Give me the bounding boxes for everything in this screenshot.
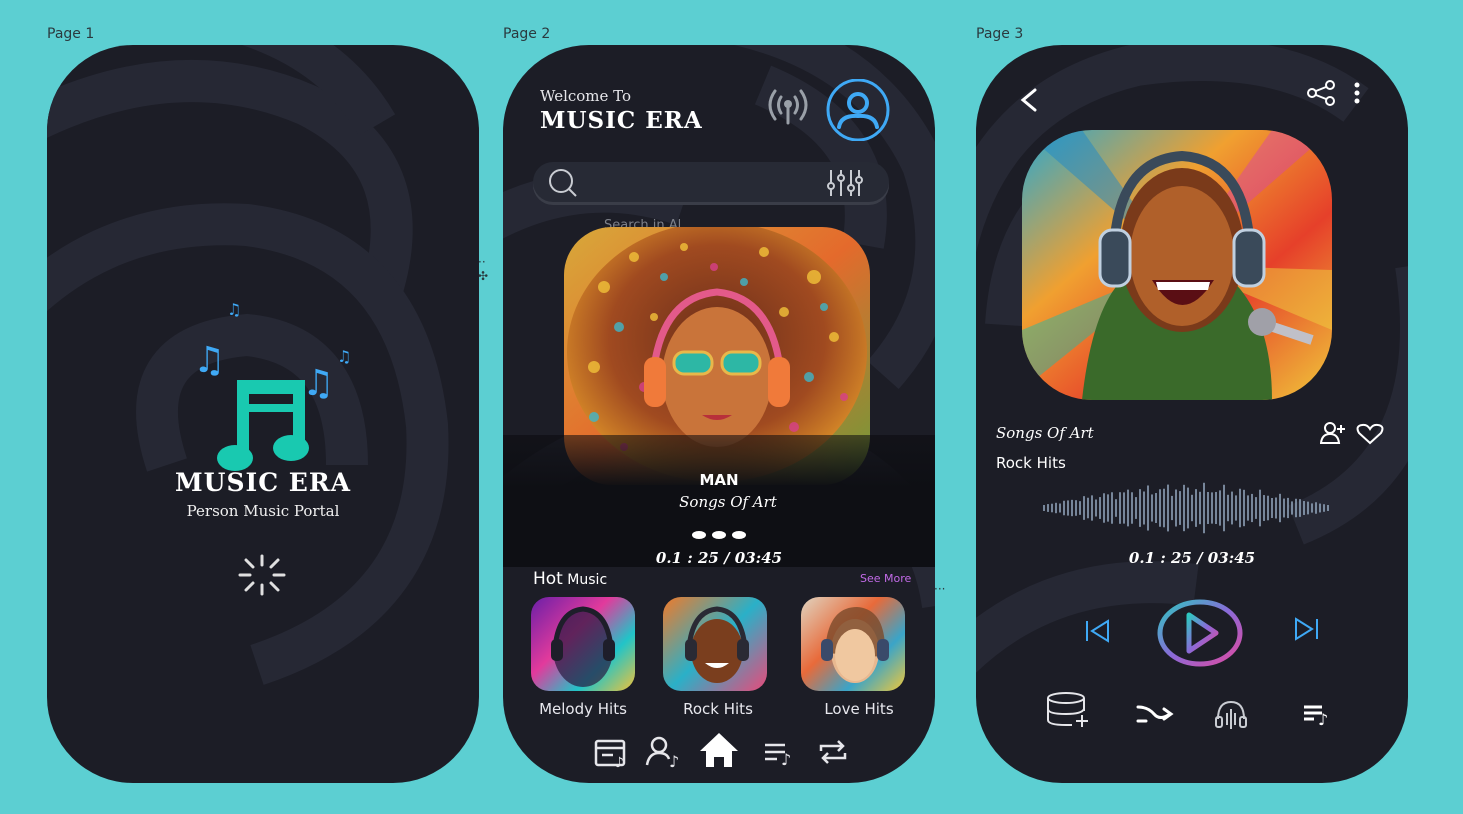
home-icon[interactable] [698,731,740,769]
share-icon[interactable] [1306,79,1336,107]
rock-hits-thumbnail[interactable] [663,597,767,691]
featured-title: MAN [699,471,739,489]
app-name: MUSIC ERA [540,107,703,134]
audio-waveform[interactable] [1042,479,1334,541]
loading-spinner-icon [238,554,286,596]
melody-hits-label: Melody Hits [539,700,627,718]
svg-text:♪: ♪ [1318,710,1328,727]
connector-mark: ··· [934,582,946,596]
welcome-text: Welcome To [540,87,632,105]
play-button[interactable] [1156,599,1244,667]
artist-icon[interactable]: ♪ [645,735,681,771]
svg-text:♪: ♪ [615,755,624,769]
app-name: MUSIC ERA [174,468,352,497]
pagination-dots[interactable] [691,525,747,544]
svg-text:♪: ♪ [669,752,679,769]
app-tagline: Person Music Portal [186,502,340,520]
playlist-icon[interactable]: ♪ [763,735,799,769]
skip-next-icon[interactable] [1292,617,1320,641]
svg-text:♫: ♫ [227,300,241,319]
chevron-left-icon[interactable] [1018,87,1040,113]
page-3-label: Page 3 [976,26,1024,42]
hot-music-heading-bold: Hot [533,569,563,589]
featured-subtitle: Songs Of Art [679,493,777,511]
database-plus-icon[interactable] [1046,691,1092,729]
song-title: Songs Of Art [996,424,1094,442]
playlist-icon[interactable]: ♪ [1302,701,1334,727]
skip-previous-icon[interactable] [1084,619,1112,643]
player-screen: Songs Of Art Rock Hits 0.1 : 25 / 03:45 … [976,45,1408,783]
page-2-label: Page 2 [503,26,551,42]
library-icon[interactable]: ♪ [593,735,629,771]
home-screen: Welcome To MUSIC ERA Search in Al... MAN… [503,45,935,783]
svg-text:♫: ♫ [193,340,225,381]
hot-music-heading-rest: Music [562,572,608,588]
rock-hits-label: Rock Hits [683,700,753,718]
music-note-logo-icon: ♫ ♫ ♫ ♫ [193,300,351,471]
love-hits-label: Love Hits [824,700,894,718]
svg-text:♫: ♫ [337,347,351,366]
hot-music-heading: Hot Music [533,569,607,589]
heart-icon[interactable] [1356,423,1384,445]
headphones-wave-icon[interactable] [1214,699,1248,731]
search-bar[interactable] [533,162,889,202]
more-vertical-icon[interactable] [1352,81,1362,105]
player-time: 0.1 : 25 / 03:45 [1128,549,1256,567]
shuffle-icon[interactable] [1136,701,1174,727]
repeat-icon[interactable] [815,735,851,769]
love-hits-thumbnail[interactable] [801,597,905,691]
see-more-link[interactable]: See More [860,572,911,585]
album-name: Rock Hits [996,454,1066,472]
user-circle-icon[interactable] [825,79,891,141]
splash-screen: ♫ ♫ ♫ ♫ MUSIC ERA Person Music Portal [47,45,479,783]
search-icon[interactable] [547,168,579,198]
album-artwork [1022,130,1332,400]
featured-time: 0.1 : 25 / 03:45 [655,549,783,567]
svg-text:♫: ♫ [302,363,334,404]
connector-mark: ·· ✣ [478,255,489,283]
melody-hits-thumbnail[interactable] [531,597,635,691]
sliders-icon[interactable] [825,168,865,198]
svg-text:♪: ♪ [781,750,791,769]
broadcast-icon[interactable] [765,85,811,125]
page-1-label: Page 1 [47,26,95,42]
user-plus-icon[interactable] [1320,421,1346,445]
